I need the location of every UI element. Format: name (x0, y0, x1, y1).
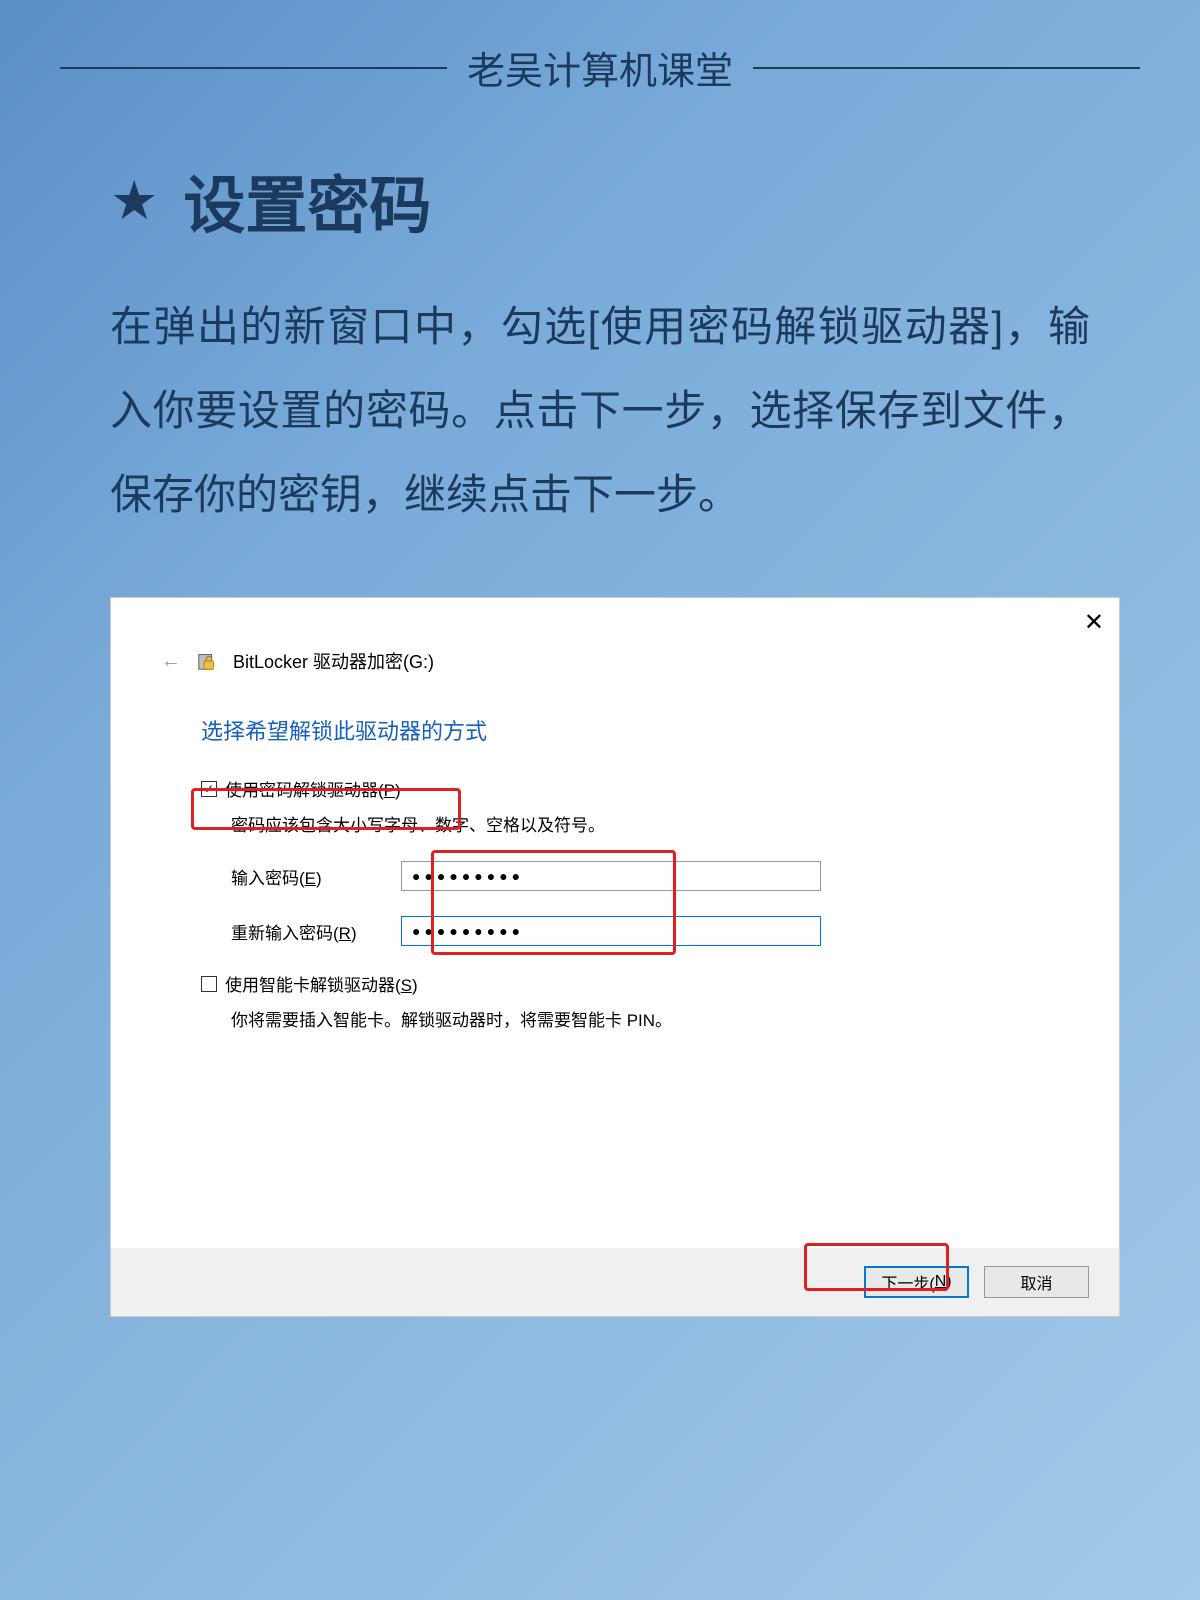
password-input-row: 输入密码(E) ●●●●●●●●● (231, 861, 1029, 891)
password-input-label: 输入密码(E) (231, 864, 401, 889)
cancel-button[interactable]: 取消 (984, 1266, 1089, 1298)
password-option-row[interactable]: ✓ 使用密码解锁驱动器(P) (201, 776, 1029, 801)
next-button[interactable]: 下一步(N) (864, 1266, 969, 1298)
description-text: 在弹出的新窗口中，勾选[使用密码解锁驱动器]，输入你要设置的密码。点击下一步，选… (110, 285, 1090, 537)
smartcard-option-row[interactable]: 使用智能卡解锁驱动器(S) (201, 971, 1029, 996)
main-content: ★ 设置密码 在弹出的新窗口中，勾选[使用密码解锁驱动器]，输入你要设置的密码。… (0, 125, 1200, 1347)
password-checkbox[interactable]: ✓ (201, 781, 217, 797)
star-icon: ★ (110, 169, 158, 232)
section-title-text: 设置密码 (183, 155, 431, 245)
smartcard-option-label: 使用智能卡解锁驱动器(S) (225, 971, 418, 996)
back-arrow-icon[interactable]: ← (161, 650, 181, 673)
dialog-subtitle: 选择希望解锁此驱动器的方式 (201, 714, 1029, 746)
close-button[interactable]: ✕ (1084, 608, 1104, 637)
smartcard-checkbox[interactable] (201, 976, 217, 992)
divider-line-right (753, 67, 1140, 69)
password-input[interactable]: ●●●●●●●●● (401, 861, 821, 891)
bitlocker-lock-icon (196, 650, 218, 672)
confirm-password-input-row: 重新输入密码(R) ●●●●●●●●● (231, 916, 1029, 946)
page-header: 老吴计算机课堂 (0, 0, 1200, 125)
dialog-footer: 下一步(N) 取消 (111, 1248, 1119, 1316)
confirm-password-input-label: 重新输入密码(R) (231, 919, 401, 944)
dialog-body: 选择希望解锁此驱动器的方式 ✓ 使用密码解锁驱动器(P) 密码应该包含大小写字母… (111, 704, 1119, 1066)
bitlocker-dialog: ✕ ← BitLocker 驱动器加密(G:) 选择希望解锁此驱动器的方式 ✓ … (110, 597, 1120, 1317)
password-option-label: 使用密码解锁驱动器(P) (225, 776, 401, 801)
dialog-title: BitLocker 驱动器加密(G:) (233, 648, 434, 674)
section-title: ★ 设置密码 (110, 155, 1090, 245)
password-helper-text: 密码应该包含大小写字母、数字、空格以及符号。 (231, 811, 1029, 836)
dialog-header: ← BitLocker 驱动器加密(G:) (111, 598, 1119, 704)
divider-line-left (60, 67, 447, 69)
header-title: 老吴计算机课堂 (467, 40, 733, 95)
confirm-password-input[interactable]: ●●●●●●●●● (401, 916, 821, 946)
smartcard-helper-text: 你将需要插入智能卡。解锁驱动器时，将需要智能卡 PIN。 (231, 1006, 1029, 1031)
